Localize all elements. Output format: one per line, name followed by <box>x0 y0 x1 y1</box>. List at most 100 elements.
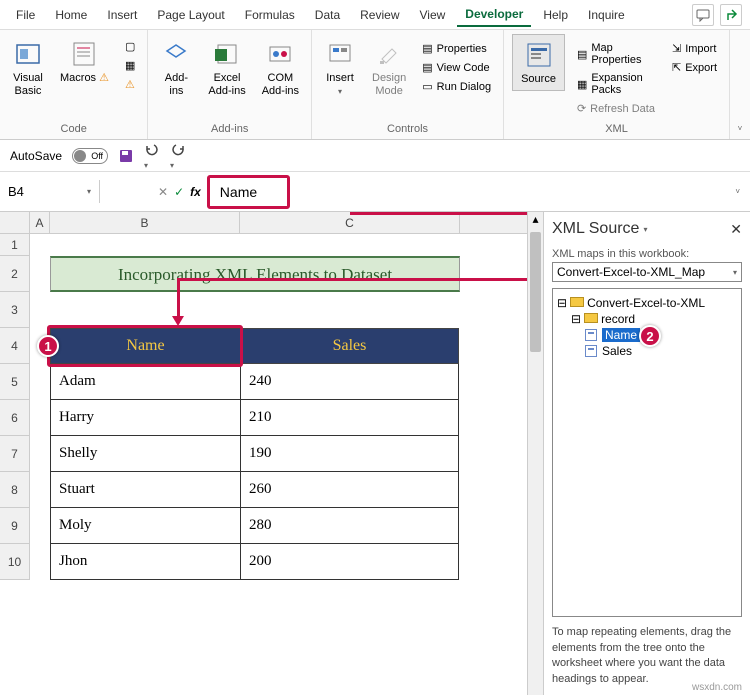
close-icon[interactable]: ✕ <box>730 221 742 238</box>
xml-import-button[interactable]: ⇲ Import <box>668 40 721 57</box>
table-row[interactable]: Jhon200 <box>51 544 459 580</box>
row-header[interactable]: 5 <box>0 364 30 400</box>
row-header[interactable]: 9 <box>0 508 30 544</box>
menu-formulas[interactable]: Formulas <box>237 4 303 26</box>
select-all-corner[interactable] <box>0 212 30 233</box>
expansion-packs-button[interactable]: ▦ Expansion Packs <box>573 70 660 98</box>
collapse-icon[interactable]: ⊟ <box>571 312 581 326</box>
share-icon[interactable] <box>720 4 742 26</box>
table-row[interactable]: Shelly190 <box>51 436 459 472</box>
folder-icon <box>584 313 598 325</box>
scroll-up-icon[interactable]: ▴ <box>528 212 543 226</box>
menu-review[interactable]: Review <box>352 4 407 26</box>
menu-data[interactable]: Data <box>307 4 348 26</box>
name-box[interactable]: B4▾ <box>0 180 100 203</box>
row-header[interactable]: 10 <box>0 544 30 580</box>
watermark: wsxdn.com <box>692 682 742 693</box>
col-header-c[interactable]: C <box>240 212 460 233</box>
tree-root[interactable]: Convert-Excel-to-XML <box>587 296 705 310</box>
vertical-scrollbar[interactable]: ▴ <box>527 212 543 695</box>
com-addins-button[interactable]: COM Add-ins <box>258 34 303 102</box>
data-table: Name Sales Adam240 Harry210 Shelly190 St… <box>50 328 459 580</box>
row-header[interactable]: 3 <box>0 292 30 328</box>
view-code-button[interactable]: ▤ View Code <box>418 59 495 76</box>
undo-button[interactable]: ▾ <box>144 141 160 171</box>
row-header[interactable]: 8 <box>0 472 30 508</box>
addins-icon <box>160 38 192 70</box>
macros-button[interactable]: Macros ⚠ <box>56 34 113 89</box>
arrow-head-icon <box>172 316 184 326</box>
menu-developer[interactable]: Developer <box>457 3 531 27</box>
cancel-icon[interactable]: ✕ <box>158 185 168 199</box>
addins-button[interactable]: Add- ins <box>156 34 196 102</box>
properties-button[interactable]: ▤ Properties <box>418 40 495 57</box>
fx-icon[interactable]: fx <box>190 185 201 199</box>
expand-formula-bar-icon[interactable]: ˅ <box>735 187 740 196</box>
ribbon: Visual Basic Macros ⚠ ▢ ▦ ⚠ Code Add- in… <box>0 30 750 140</box>
col-header-a[interactable]: A <box>30 212 50 233</box>
table-row[interactable]: Stuart260 <box>51 472 459 508</box>
xml-map-select[interactable]: Convert-Excel-to-XML_Map▾ <box>552 262 742 282</box>
excel-addins-button[interactable]: Excel Add-ins <box>204 34 249 102</box>
record-macro-button[interactable]: ▢ <box>121 38 139 55</box>
header-sales[interactable]: Sales <box>241 329 459 364</box>
row-header[interactable]: 2 <box>0 256 30 292</box>
comments-icon[interactable] <box>692 4 714 26</box>
row-header[interactable]: 6 <box>0 400 30 436</box>
macro-security-button[interactable]: ⚠ <box>121 76 139 93</box>
table-row[interactable]: Moly280 <box>51 508 459 544</box>
menu-inquire[interactable]: Inquire <box>580 4 633 26</box>
menu-insert[interactable]: Insert <box>99 4 145 26</box>
row-header[interactable]: 7 <box>0 436 30 472</box>
table-row[interactable]: Adam240 <box>51 364 459 400</box>
menubar: File Home Insert Page Layout Formulas Da… <box>0 0 750 30</box>
header-name[interactable]: Name <box>51 329 241 364</box>
collapse-ribbon-icon[interactable]: ˅ <box>738 124 743 133</box>
formula-input[interactable]: Name <box>207 175 290 209</box>
enter-icon[interactable]: ✓ <box>174 185 184 199</box>
tree-element-sales[interactable]: Sales <box>602 344 632 358</box>
formula-bar: B4▾ ✕ ✓ fx Name ˅ <box>0 172 750 212</box>
cell-grid[interactable]: Incorporating XML Elements to Dataset Na… <box>30 234 543 580</box>
col-header-b[interactable]: B <box>50 212 240 233</box>
menu-view[interactable]: View <box>412 4 454 26</box>
column-headers: A B C <box>0 212 543 234</box>
element-icon <box>585 345 599 357</box>
menu-file[interactable]: File <box>8 4 43 26</box>
callout-1: 1 <box>37 335 59 357</box>
content-area: A B C 1 2 3 4 5 6 7 8 9 10 Incorporating… <box>0 212 750 695</box>
expansion-packs-icon: ▦ <box>577 78 587 91</box>
xml-source-button[interactable]: Source <box>512 34 565 91</box>
xml-tree[interactable]: ⊟Convert-Excel-to-XML ⊟record Name 2 Sal… <box>552 288 742 617</box>
element-icon <box>585 329 599 341</box>
tree-element-name[interactable]: Name <box>602 328 640 342</box>
visual-basic-button[interactable]: Visual Basic <box>8 34 48 102</box>
tree-record[interactable]: record <box>601 312 635 326</box>
design-mode-icon <box>373 38 405 70</box>
row-header[interactable]: 4 <box>0 328 30 364</box>
redo-button[interactable]: ▾ <box>170 141 186 171</box>
collapse-icon[interactable]: ⊟ <box>557 296 567 310</box>
refresh-data-button[interactable]: ⟳ Refresh Data <box>573 100 660 117</box>
insert-control-button[interactable]: Insert▾ <box>320 34 360 102</box>
menu-help[interactable]: Help <box>535 4 576 26</box>
chevron-down-icon: ▾ <box>733 268 737 277</box>
map-properties-button[interactable]: ▤ Map Properties <box>573 40 660 68</box>
folder-icon <box>570 297 584 309</box>
menu-home[interactable]: Home <box>47 4 95 26</box>
design-mode-button[interactable]: Design Mode <box>368 34 410 102</box>
com-addins-icon <box>264 38 296 70</box>
menu-page-layout[interactable]: Page Layout <box>149 4 232 26</box>
run-dialog-button[interactable]: ▭ Run Dialog <box>418 78 495 95</box>
sheet-title-cell[interactable]: Incorporating XML Elements to Dataset <box>50 256 460 292</box>
xml-export-button[interactable]: ⇱ Export <box>668 59 721 76</box>
save-button[interactable] <box>118 148 134 164</box>
table-row[interactable]: Harry210 <box>51 400 459 436</box>
relative-refs-button[interactable]: ▦ <box>121 57 139 74</box>
chevron-down-icon: ▾ <box>87 187 91 196</box>
autosave-toggle[interactable]: Off <box>72 148 108 164</box>
chevron-down-icon[interactable]: ▾ <box>643 225 647 234</box>
worksheet[interactable]: A B C 1 2 3 4 5 6 7 8 9 10 Incorporating… <box>0 212 543 695</box>
row-header[interactable]: 1 <box>0 234 30 256</box>
scrollbar-thumb[interactable] <box>530 232 541 352</box>
